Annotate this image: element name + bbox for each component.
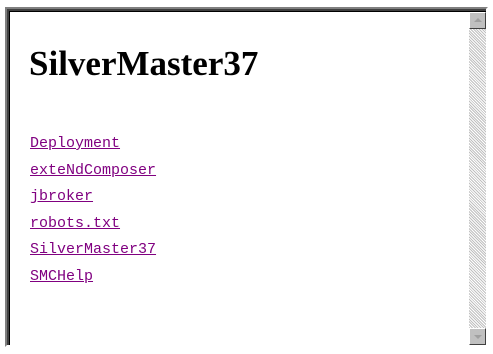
list-item: jbroker [30, 183, 156, 210]
scroll-up-button[interactable] [469, 12, 486, 29]
list-item: SMCHelp [30, 263, 156, 290]
link-jbroker[interactable]: jbroker [30, 188, 93, 205]
list-item: exteNdComposer [30, 157, 156, 184]
list-item: robots.txt [30, 210, 156, 237]
triangle-down-icon [474, 335, 482, 339]
scroll-down-button[interactable] [469, 328, 486, 345]
page-content: SilverMaster37 Deployment exteNdComposer… [10, 12, 466, 345]
link-extendcomposer[interactable]: exteNdComposer [30, 162, 156, 179]
link-silvermaster37[interactable]: SilverMaster37 [30, 241, 156, 258]
content-pane-border: SilverMaster37 Deployment exteNdComposer… [5, 7, 488, 347]
link-deployment[interactable]: Deployment [30, 135, 120, 152]
page-title: SilverMaster37 [29, 44, 259, 83]
vertical-scrollbar[interactable] [469, 12, 486, 345]
link-robots-txt[interactable]: robots.txt [30, 215, 120, 232]
browser-frame: SilverMaster37 Deployment exteNdComposer… [0, 0, 493, 354]
directory-link-list: Deployment exteNdComposer jbroker robots… [30, 130, 156, 289]
list-item: SilverMaster37 [30, 236, 156, 263]
link-smchelp[interactable]: SMCHelp [30, 268, 93, 285]
content-pane: SilverMaster37 Deployment exteNdComposer… [9, 11, 486, 345]
list-item: Deployment [30, 130, 156, 157]
triangle-up-icon [474, 18, 482, 22]
